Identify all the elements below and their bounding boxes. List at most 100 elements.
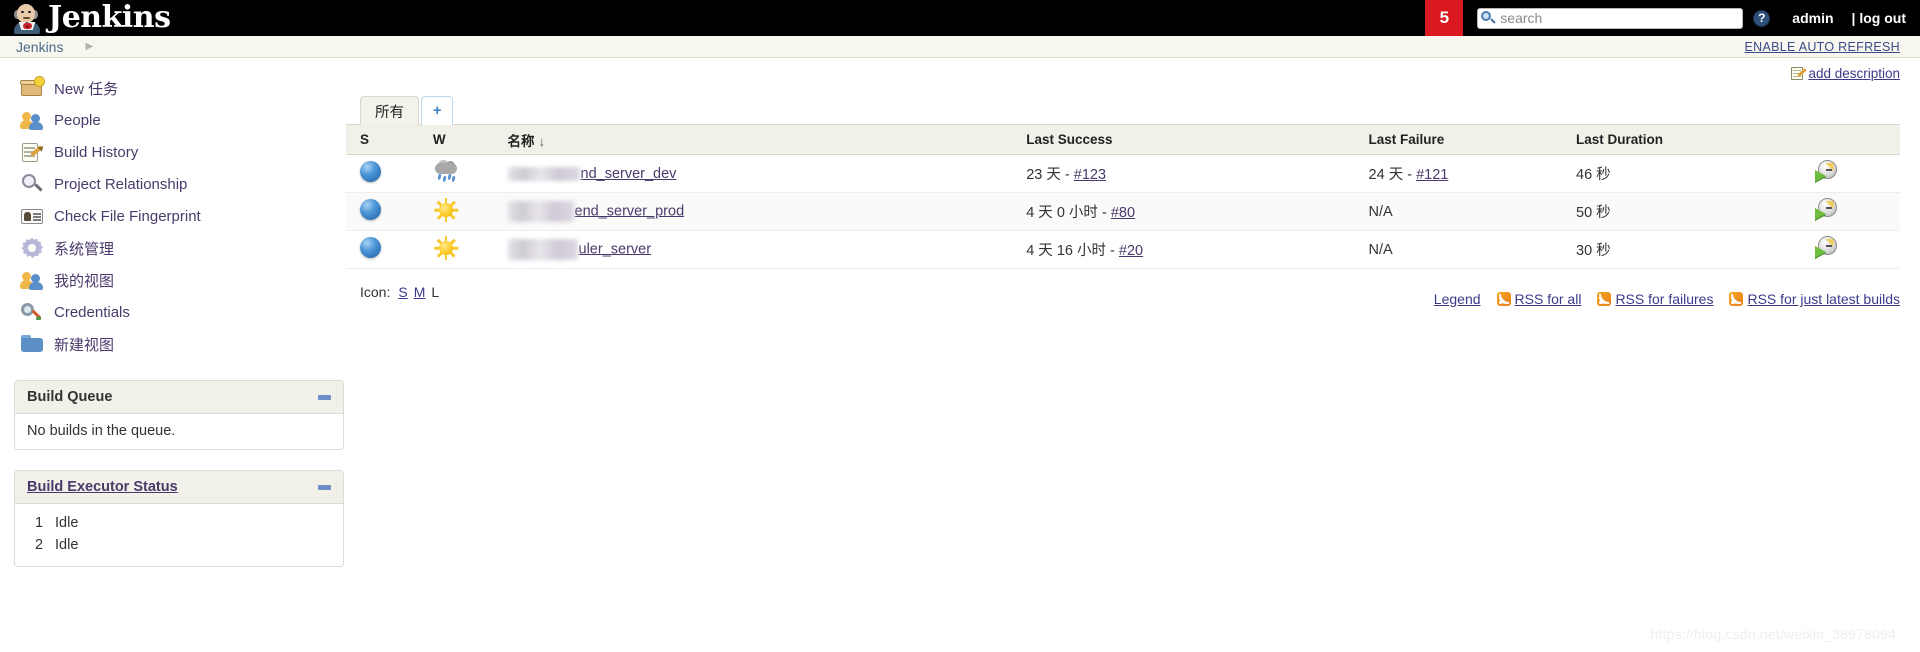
table-row: nd_server_dev 23 天 - #123 24 天 - #121 46… [346, 154, 1900, 193]
cell-build-action [1806, 230, 1900, 269]
chevron-right-icon: ▶ [85, 41, 94, 52]
build-executor-title[interactable]: Build Executor Status [27, 479, 178, 495]
feed-links-group: Legend RSS for all RSS for failures RSS … [1434, 291, 1900, 307]
enable-auto-refresh-link[interactable]: ENABLE AUTO REFRESH [1744, 40, 1900, 54]
last-success-build-link[interactable]: #123 [1074, 167, 1106, 183]
sidebar-item-build-history[interactable]: Build History [14, 136, 346, 168]
search-input[interactable] [1477, 7, 1744, 29]
tab-all[interactable]: 所有 [360, 96, 419, 125]
status-ball-blue-icon[interactable] [360, 237, 381, 258]
breadcrumb-item-jenkins[interactable]: Jenkins [16, 39, 63, 55]
cell-last-success: 4 天 16 小时 - #20 [1018, 230, 1361, 269]
job-link[interactable]: end_server_prod [575, 203, 685, 219]
cell-last-failure: N/A [1360, 230, 1568, 269]
job-link[interactable]: nd_server_dev [581, 166, 677, 182]
search-box [1477, 7, 1744, 29]
tab-add-view[interactable]: + [421, 96, 454, 125]
user-menu-link[interactable]: admin [1792, 10, 1833, 26]
main-content: add description 所有 + S W 名称 ↓ Last Succes… [346, 66, 1920, 567]
status-ball-blue-icon[interactable] [360, 161, 381, 182]
build-now-icon[interactable] [1814, 160, 1838, 183]
executor-number: 1 [35, 515, 44, 531]
column-header-last-success[interactable]: Last Success [1018, 124, 1361, 155]
build-executor-header: Build Executor Status [15, 471, 343, 504]
icon-size-large-current: L [431, 284, 440, 300]
cell-build-action [1806, 154, 1900, 193]
table-row: uler_server 4 天 16 小时 - #20 N/A 30 秒 [346, 230, 1900, 269]
collapse-icon[interactable] [318, 394, 331, 400]
sidebar: New 任务 People Build History Project Rela… [0, 72, 346, 567]
sidebar-item-check-file-fingerprint[interactable]: Check File Fingerprint [14, 200, 346, 232]
column-header-last-failure[interactable]: Last Failure [1360, 124, 1568, 155]
cell-job-name: nd_server_dev [499, 154, 1019, 193]
executor-status: Idle [55, 515, 79, 531]
column-header-last-duration[interactable]: Last Duration [1568, 124, 1807, 155]
build-queue-body: No builds in the queue. [15, 414, 343, 449]
jenkins-logo-link[interactable]: Jenkins [0, 0, 171, 36]
build-executor-panel: Build Executor Status 1 Idle 2 Idle [14, 470, 344, 567]
rss-for-failures-link[interactable]: RSS for failures [1615, 291, 1713, 307]
legend-link[interactable]: Legend [1434, 291, 1481, 307]
cell-status [346, 154, 425, 193]
last-success-age: 23 天 - [1026, 167, 1074, 183]
column-header-build-action [1806, 124, 1900, 155]
cell-job-name: end_server_prod [499, 192, 1019, 231]
watermark-text: https://blog.csdn.net/weixin_38978094 [1650, 626, 1896, 642]
cell-last-duration: 30 秒 [1568, 230, 1807, 269]
job-link[interactable]: uler_server [579, 241, 652, 257]
last-failure-build-link[interactable]: #121 [1416, 167, 1448, 183]
sidebar-item-my-views[interactable]: 我的视图 [14, 264, 346, 296]
icon-size-small-link[interactable]: S [398, 284, 407, 300]
view-tabs: 所有 + [346, 94, 1900, 125]
breadcrumb: Jenkins ▶ ENABLE AUTO REFRESH [0, 36, 1920, 58]
cell-last-failure: N/A [1360, 192, 1568, 231]
table-row: end_server_prod 4 天 0 小时 - #80 N/A 50 秒 [346, 192, 1900, 231]
build-now-icon[interactable] [1814, 198, 1838, 221]
jobs-table-body: nd_server_dev 23 天 - #123 24 天 - #121 46… [346, 154, 1900, 269]
redacted-name-block [507, 201, 574, 222]
build-executor-body: 1 Idle 2 Idle [15, 504, 343, 566]
rss-for-latest-builds-link[interactable]: RSS for just latest builds [1747, 291, 1900, 307]
jenkins-butler-icon [12, 2, 42, 34]
column-header-weather[interactable]: W [424, 124, 500, 155]
status-ball-blue-icon[interactable] [360, 199, 381, 220]
new-job-icon [20, 76, 44, 100]
sidebar-item-credentials[interactable]: Credentials [14, 296, 346, 328]
rss-icon [1597, 292, 1612, 306]
last-success-build-link[interactable]: #80 [1111, 205, 1135, 221]
weather-sunny-icon [433, 197, 459, 222]
key-icon [20, 300, 44, 324]
rss-icon [1496, 292, 1511, 306]
last-failure-age: 24 天 - [1368, 167, 1417, 183]
cell-build-action [1806, 192, 1900, 231]
icon-size-label: Icon: [360, 284, 391, 300]
executor-row: 1 Idle [27, 512, 331, 534]
last-success-age: 4 天 0 小时 - [1026, 205, 1111, 221]
sidebar-item-new-view[interactable]: 新建视图 [14, 328, 346, 360]
sidebar-label: People [54, 111, 101, 129]
column-header-status[interactable]: S [346, 124, 425, 155]
sidebar-item-manage-jenkins[interactable]: 系统管理 [14, 232, 346, 264]
redacted-name-block [507, 166, 580, 181]
jobs-table: S W 名称 ↓ Last Success Last Failure Last D… [346, 124, 1900, 269]
collapse-icon[interactable] [318, 484, 331, 490]
sidebar-label: 我的视图 [54, 272, 115, 290]
sidebar-item-new-job[interactable]: New 任务 [14, 72, 346, 104]
icon-size-medium-link[interactable]: M [414, 284, 426, 300]
notification-badge[interactable]: 5 [1425, 0, 1464, 36]
build-now-icon[interactable] [1814, 236, 1838, 259]
rss-for-all-link[interactable]: RSS for all [1515, 291, 1582, 307]
last-success-build-link[interactable]: #20 [1119, 243, 1143, 259]
people-icon [20, 108, 44, 132]
help-icon[interactable]: ? [1753, 9, 1771, 27]
sidebar-item-people[interactable]: People [14, 104, 346, 136]
redacted-name-block [507, 239, 578, 260]
executor-row: 2 Idle [27, 534, 331, 556]
magnifier-icon [20, 172, 44, 196]
logout-link[interactable]: | log out [1852, 10, 1906, 26]
column-header-name[interactable]: 名称 ↓ [499, 124, 1019, 155]
add-description-link[interactable]: add description [1791, 66, 1900, 81]
sidebar-item-project-relationship[interactable]: Project Relationship [14, 168, 346, 200]
note-pencil-icon [1791, 66, 1808, 81]
last-success-age: 4 天 16 小时 - [1026, 243, 1119, 259]
